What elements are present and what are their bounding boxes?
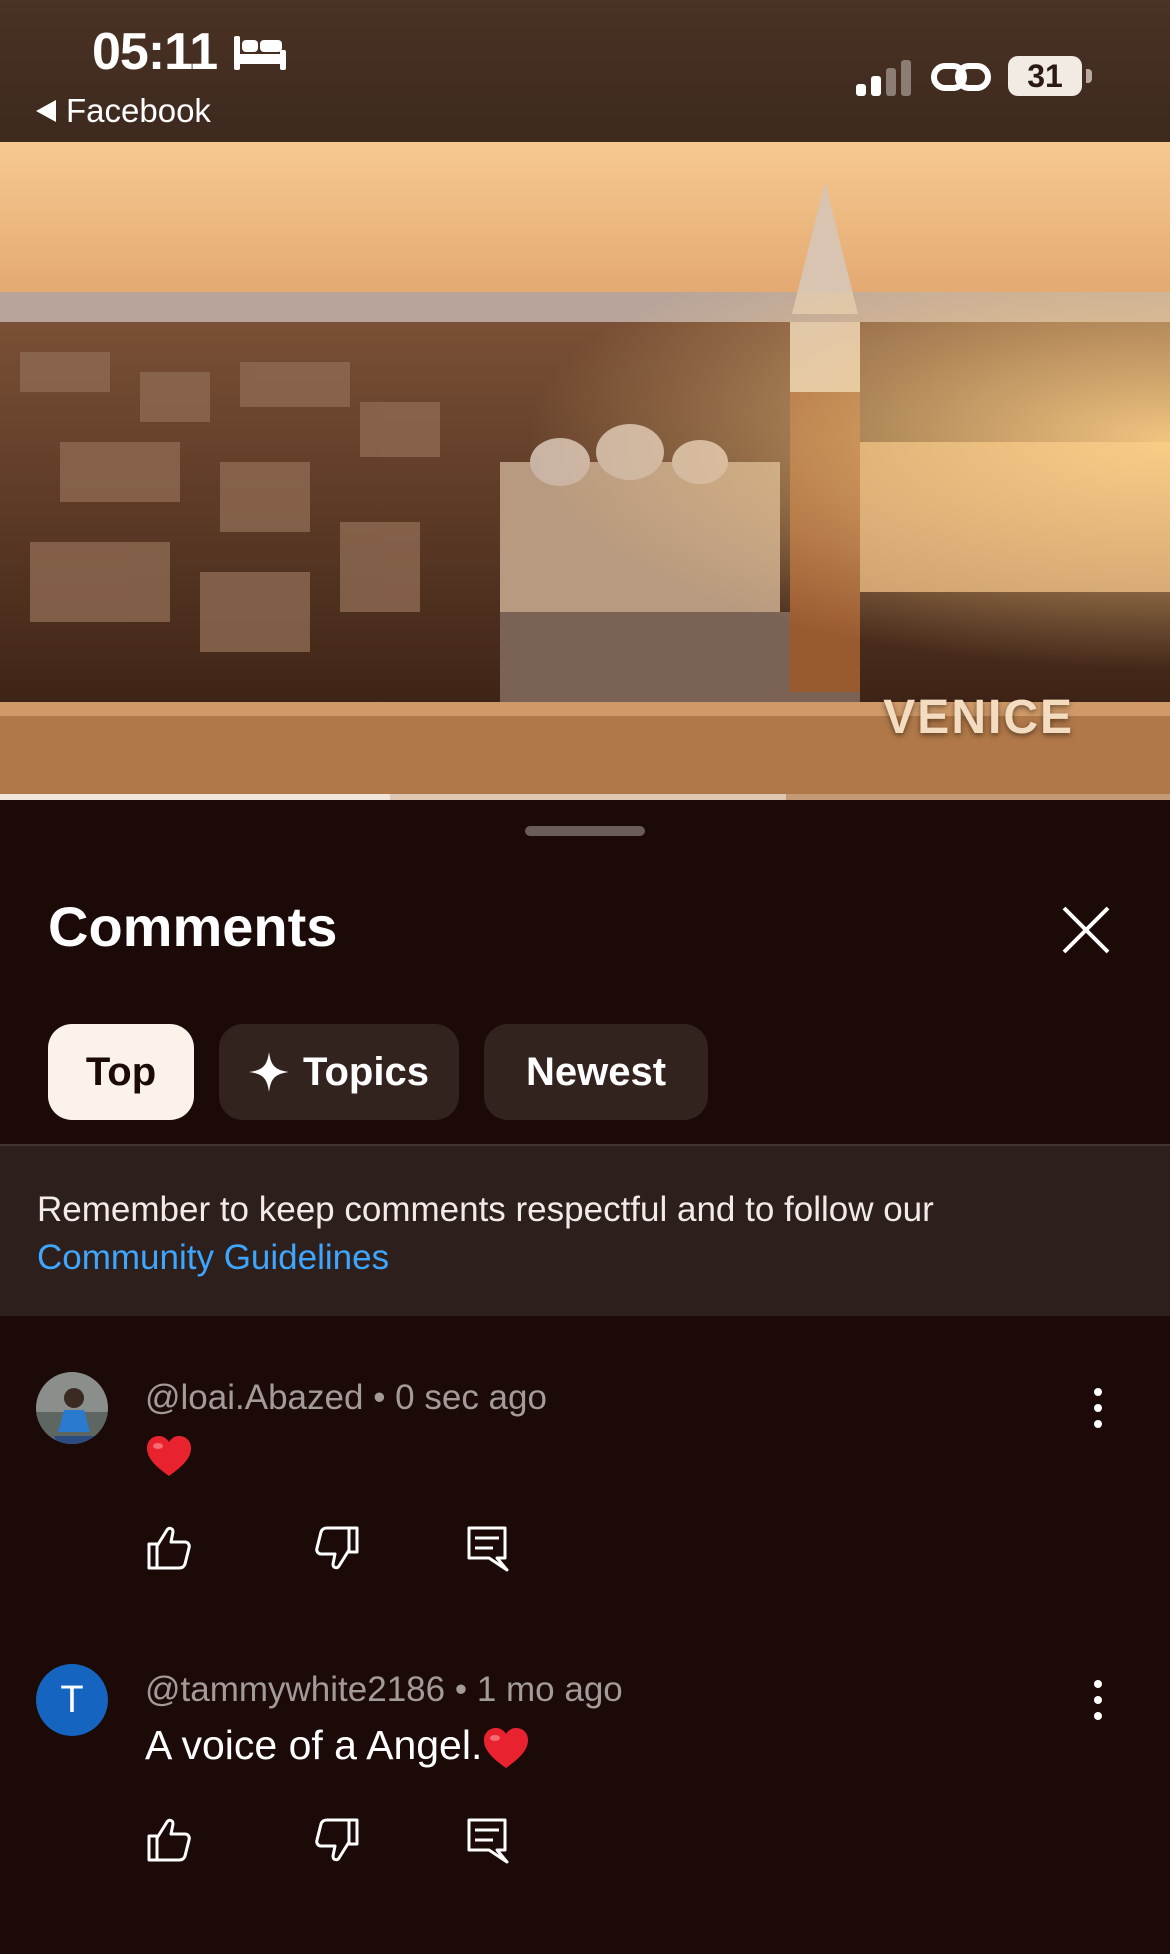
like-icon[interactable] xyxy=(145,1816,193,1864)
comments-title: Comments xyxy=(48,895,338,958)
status-bar: 05:11 Facebook 31 xyxy=(0,0,1170,142)
comments-sheet: Comments Top Topics Newest Remember to k… xyxy=(0,800,1170,1935)
battery-nub xyxy=(1086,69,1092,83)
filter-topics-button[interactable]: Topics xyxy=(219,1024,459,1120)
video-player[interactable]: VENICE xyxy=(0,142,1170,800)
comment-meta: @tammywhite2186 • 1 mo ago xyxy=(145,1670,623,1710)
avatar-letter: T xyxy=(60,1678,84,1721)
battery-icon: 31 xyxy=(1008,56,1092,98)
avatar[interactable] xyxy=(36,1372,108,1444)
back-app-label: Facebook xyxy=(66,92,211,129)
filter-top-label: Top xyxy=(85,1049,157,1094)
meta-separator: • xyxy=(373,1378,396,1417)
like-icon[interactable] xyxy=(145,1524,193,1572)
filter-newest-button[interactable]: Newest xyxy=(484,1024,708,1120)
close-icon[interactable] xyxy=(1056,900,1116,960)
comment-item: T @tammywhite2186 • 1 mo ago A voice of … xyxy=(0,1664,1170,1954)
more-options-icon[interactable] xyxy=(1084,1678,1112,1722)
comment-author[interactable]: @tammywhite2186 xyxy=(145,1670,445,1709)
clock-time: 05:11 xyxy=(92,23,218,81)
avatar[interactable]: T xyxy=(36,1664,108,1736)
filter-topics-label: Topics xyxy=(303,1049,429,1094)
comment-text-content: A voice of a Angel. xyxy=(145,1722,483,1768)
filter-top-button[interactable]: Top xyxy=(48,1024,194,1120)
reply-icon[interactable] xyxy=(463,1816,511,1864)
dislike-icon[interactable] xyxy=(313,1816,361,1864)
personal-hotspot-icon xyxy=(931,63,991,91)
comment-text: A voice of a Angel. xyxy=(145,1722,530,1770)
reply-icon[interactable] xyxy=(463,1524,511,1572)
notice-text-block: Remember to keep comments respectful and… xyxy=(37,1186,1137,1282)
notice-text: Remember to keep comments respectful and… xyxy=(37,1190,934,1229)
drag-handle[interactable] xyxy=(525,826,645,836)
comment-author[interactable]: @loai.Abazed xyxy=(145,1378,363,1417)
more-options-icon[interactable] xyxy=(1084,1386,1112,1430)
back-to-app-link[interactable]: Facebook xyxy=(36,92,211,130)
community-guidelines-link[interactable]: Community Guidelines xyxy=(37,1238,389,1277)
meta-separator: • xyxy=(454,1670,477,1709)
red-heart-icon xyxy=(484,1728,529,1769)
filter-newest-label: Newest xyxy=(525,1049,667,1094)
sparkle-icon xyxy=(249,1052,290,1092)
comment-meta: @loai.Abazed • 0 sec ago xyxy=(145,1378,547,1418)
user-photo-icon xyxy=(36,1372,108,1444)
bed-icon xyxy=(234,36,286,70)
comment-item: @loai.Abazed • 0 sec ago xyxy=(0,1372,1170,1662)
cellular-signal-icon xyxy=(856,60,911,96)
red-heart-icon xyxy=(147,1436,191,1477)
video-caption: VENICE xyxy=(883,691,1074,744)
comment-time: 1 mo ago xyxy=(476,1670,623,1709)
comment-text xyxy=(145,1430,193,1478)
community-notice: Remember to keep comments respectful and… xyxy=(0,1144,1170,1316)
comment-time: 0 sec ago xyxy=(395,1378,547,1417)
back-arrow-icon xyxy=(36,100,56,122)
dislike-icon[interactable] xyxy=(313,1524,361,1572)
battery-level: 31 xyxy=(1008,56,1082,96)
